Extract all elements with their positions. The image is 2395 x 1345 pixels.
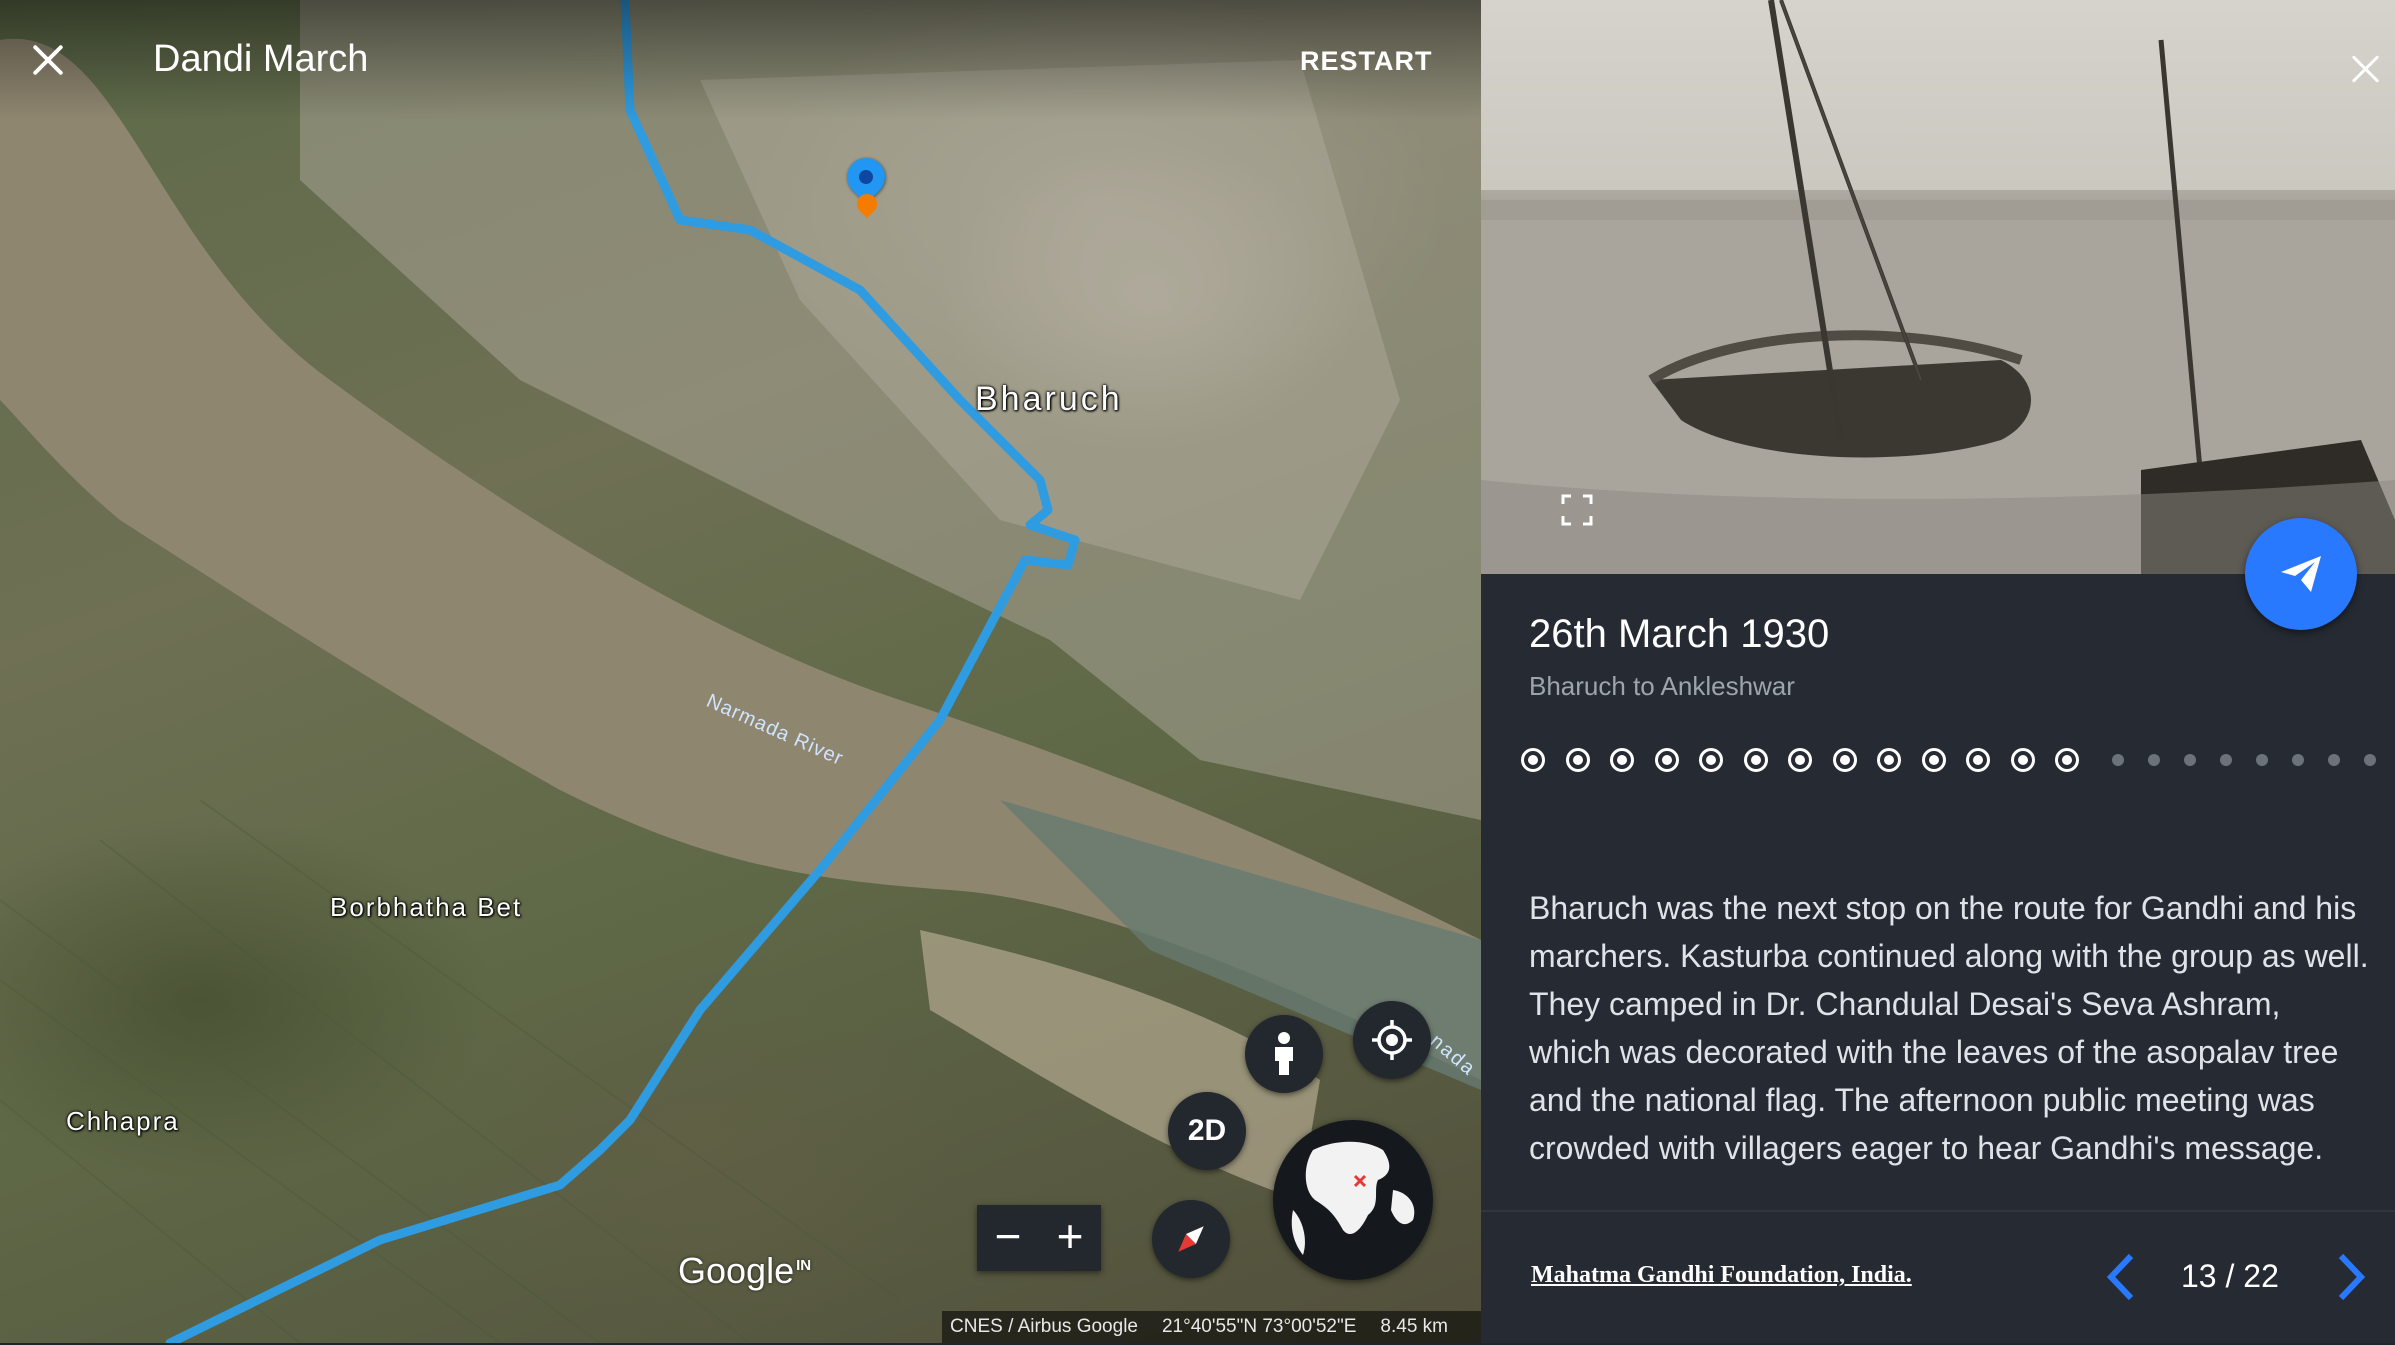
progress-dot-visited[interactable]: [1788, 748, 1812, 772]
source-link[interactable]: Mahatma Gandhi Foundation, India.: [1531, 1262, 1912, 1289]
attribution-text[interactable]: CNES / Airbus Google: [950, 1316, 1138, 1338]
coordinates-readout: 21°40'55"N 73°00'52"E: [1161, 1316, 1357, 1337]
progress-dot-upcoming[interactable]: [2183, 754, 2196, 766]
close-icon[interactable]: [30, 42, 66, 78]
progress-dot-visited[interactable]: [1610, 748, 1634, 772]
story-panel: 26th March 1930 Bharuch to Ankleshwar Bh…: [1481, 0, 2395, 1343]
slide-counter: 13 / 22: [2181, 1258, 2279, 1294]
previous-button[interactable]: [2101, 1252, 2141, 1302]
progress-dot-visited[interactable]: [2055, 748, 2079, 772]
progress-dot-upcoming[interactable]: [2147, 754, 2160, 766]
progress-dot-visited[interactable]: [1565, 748, 1590, 772]
progress-dot-visited[interactable]: [1699, 748, 1723, 772]
map-label-chhapra: Chhapra: [66, 1106, 180, 1136]
page-title: Dandi March: [153, 38, 369, 80]
chevron-left-icon: [2106, 1253, 2134, 1301]
pegman-icon[interactable]: [1245, 1015, 1323, 1093]
progress-dot-upcoming[interactable]: [2111, 754, 2124, 766]
progress-dot-visited[interactable]: [1654, 748, 1679, 772]
progress-dot-visited[interactable]: [1921, 748, 1946, 772]
progress-dot-visited[interactable]: [2010, 748, 2035, 772]
scale-readout: 8.45 km: [1380, 1316, 1448, 1337]
fullscreen-icon[interactable]: [1561, 494, 1593, 526]
progress-dot-upcoming[interactable]: [2219, 754, 2232, 766]
progress-dot-upcoming[interactable]: [2291, 754, 2304, 766]
progress-dot-visited[interactable]: [1521, 748, 1545, 772]
send-icon: [2281, 556, 2321, 592]
compass-icon[interactable]: [1152, 1200, 1230, 1278]
map-label-borbhatha-bet: Borbhatha Bet: [330, 892, 523, 922]
progress-dot-upcoming[interactable]: [2255, 754, 2268, 766]
boat-photo-image: [1481, 0, 2395, 574]
progress-dot-upcoming[interactable]: [2363, 754, 2376, 766]
map-attribution: CNES / Airbus Google 21°40'55"N 73°00'52…: [942, 1311, 1481, 1343]
share-button[interactable]: [2245, 518, 2357, 630]
progress-dot-visited[interactable]: [1743, 748, 1768, 772]
satellite-imagery: [0, 0, 1481, 1343]
restart-button[interactable]: RESTART: [1300, 46, 1433, 77]
progress-dot-visited[interactable]: [1877, 748, 1901, 772]
historical-photo: [1481, 0, 2395, 574]
map-view[interactable]: Bharuch Narmada River nada I Borbhatha B…: [0, 0, 1481, 1343]
progress-dot-visited[interactable]: [1966, 748, 1990, 772]
panel-footer: Mahatma Gandhi Foundation, India. 13 / 2…: [1481, 1210, 2395, 1345]
chevron-right-icon: [2338, 1253, 2366, 1301]
view-2d-button[interactable]: 2D: [1168, 1092, 1246, 1170]
story-subtitle: Bharuch to Ankleshwar: [1529, 671, 1795, 701]
story-body: Bharuch was the next stop on the route f…: [1529, 890, 2369, 1166]
progress-dot-visited[interactable]: [1832, 748, 1857, 772]
zoom-control: − +: [977, 1205, 1101, 1271]
map-label-bharuch: Bharuch: [975, 380, 1123, 418]
globe-icon[interactable]: [1273, 1120, 1433, 1280]
progress-dot-upcoming[interactable]: [2327, 754, 2340, 766]
google-logo: Google IN: [678, 1250, 812, 1291]
story-date: 26th March 1930: [1529, 612, 1830, 656]
map-header: Dandi March RESTART: [0, 0, 1481, 120]
my-location-icon[interactable]: [1353, 1001, 1431, 1079]
zoom-in-button[interactable]: +: [1039, 1205, 1101, 1271]
next-button[interactable]: [2331, 1252, 2371, 1302]
progress-dots: [1521, 748, 2395, 772]
close-panel-icon[interactable]: [2351, 54, 2381, 84]
zoom-out-button[interactable]: −: [977, 1205, 1039, 1271]
